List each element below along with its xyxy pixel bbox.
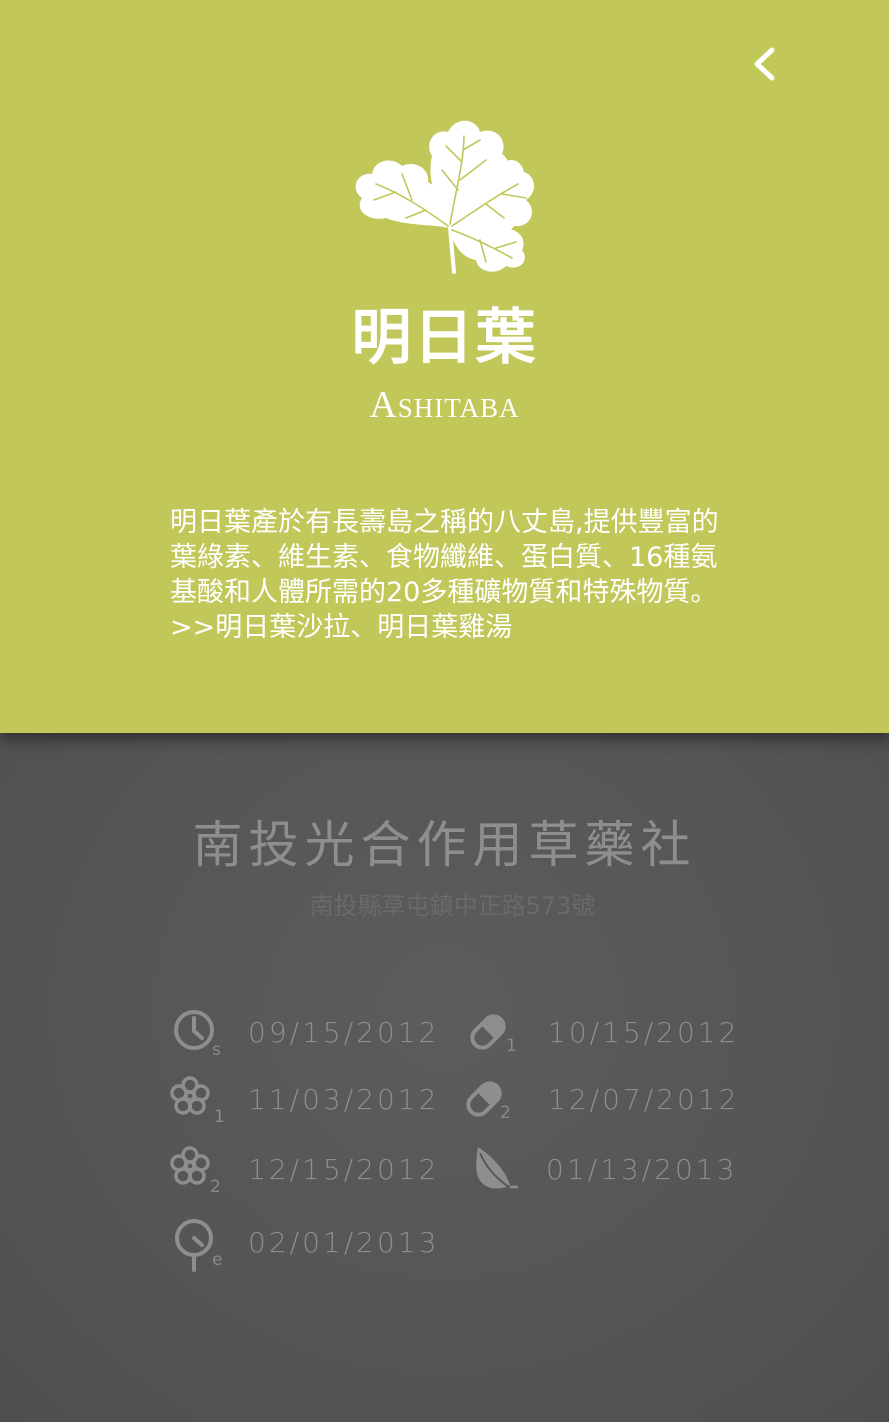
milestone-item: 1 11/03/2012	[170, 1075, 470, 1131]
milestone-date: 10/15/2012	[548, 1016, 740, 1049]
herb-detail-page: 明日葉 Ashitaba 明日葉產於有長壽島之稱的八丈島,提供豐富的葉綠素、維生…	[0, 0, 889, 1422]
herb-description: 明日葉產於有長壽島之稱的八丈島,提供豐富的葉綠素、維生素、食物纖維、蛋白質、16…	[170, 505, 730, 645]
leaf-icon	[346, 110, 542, 276]
milestone-subscript: 1	[214, 1107, 225, 1127]
shop-address: 南投縣草屯鎮中正路573號	[309, 892, 596, 920]
milestone-item: 2 12/07/2012	[464, 1075, 764, 1131]
milestone-subscript: 2	[500, 1103, 511, 1123]
leaf-icon	[472, 1145, 528, 1201]
description-text: 明日葉產於有長壽島之稱的八丈島,提供豐富的葉綠素、維生素、食物纖維、蛋白質、16…	[170, 507, 719, 608]
milestone-item: 1 10/15/2012	[468, 1008, 768, 1064]
capsule-icon	[464, 1075, 520, 1131]
milestone-date: 11/03/2012	[248, 1083, 440, 1116]
milestone-item: 01/13/2013	[472, 1145, 772, 1201]
herb-header-panel: 明日葉 Ashitaba 明日葉產於有長壽島之稱的八丈島,提供豐富的葉綠素、維生…	[0, 0, 889, 733]
herb-title-chinese: 明日葉	[351, 303, 538, 373]
milestone-item: s 09/15/2012	[172, 1008, 472, 1064]
shop-info-panel: 南投光合作用草藥社 南投縣草屯鎮中正路573號 s 09/15/2012 1 1…	[0, 733, 889, 1422]
milestone-date: 12/07/2012	[548, 1083, 740, 1116]
milestone-date: 09/15/2012	[248, 1016, 440, 1049]
milestone-item: 2 12/15/2012	[170, 1145, 470, 1201]
back-button[interactable]	[738, 36, 794, 92]
milestone-subscript: 1	[506, 1036, 517, 1056]
shop-name: 南投光合作用草藥社	[192, 816, 697, 874]
milestone-date: 12/15/2012	[248, 1153, 440, 1186]
milestone-date: 01/13/2013	[546, 1153, 738, 1186]
herb-title-english: Ashitaba	[369, 384, 520, 426]
recipe-links[interactable]: >>明日葉沙拉、明日葉雞湯	[170, 610, 730, 645]
milestone-date: 02/01/2013	[248, 1226, 440, 1259]
chevron-left-icon	[754, 47, 775, 81]
milestone-subscript: s	[212, 1040, 221, 1060]
milestone-subscript: e	[212, 1250, 223, 1270]
milestone-subscript: 2	[210, 1177, 221, 1197]
milestone-item: e 02/01/2013	[172, 1218, 472, 1274]
